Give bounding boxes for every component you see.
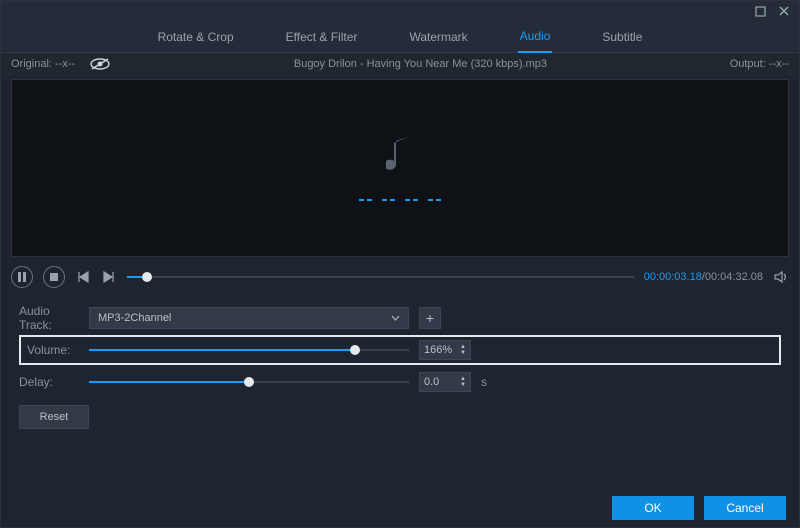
audio-track-value: MP3-2Channel <box>98 312 171 324</box>
audio-track-select[interactable]: MP3-2Channel <box>89 307 409 329</box>
info-bar: Original: --x-- Bugoy Drilon - Having Yo… <box>1 53 799 75</box>
prev-frame-button[interactable] <box>75 269 91 285</box>
chevron-down-icon <box>391 312 400 324</box>
total-time: /00:04:32.08 <box>702 271 763 283</box>
volume-row: Volume: 166% ▲▼ <box>19 335 781 365</box>
volume-slider[interactable] <box>89 343 409 357</box>
tab-effect-filter[interactable]: Effect & Filter <box>284 22 360 52</box>
transport-bar: 00:00:03.18/00:04:32.08 <box>1 261 799 293</box>
seek-slider[interactable] <box>127 270 634 284</box>
filename-label: Bugoy Drilon - Having You Near Me (320 k… <box>294 58 547 70</box>
reset-button[interactable]: Reset <box>19 405 89 429</box>
cancel-button[interactable]: Cancel <box>704 496 786 520</box>
next-frame-button[interactable] <box>101 269 117 285</box>
tab-subtitle[interactable]: Subtitle <box>600 22 644 52</box>
maximize-button[interactable] <box>753 4 767 18</box>
audio-track-label: Audio Track: <box>19 304 79 332</box>
delay-label: Delay: <box>19 375 79 389</box>
volume-value: 166% <box>424 344 452 356</box>
volume-label: Volume: <box>27 343 79 357</box>
close-button[interactable] <box>777 4 791 18</box>
ok-button[interactable]: OK <box>612 496 694 520</box>
delay-spinner[interactable]: 0.0 ▲▼ <box>419 372 471 392</box>
delay-slider[interactable] <box>89 375 409 389</box>
add-track-button[interactable]: + <box>419 307 441 329</box>
time-display: 00:00:03.18/00:04:32.08 <box>644 271 763 283</box>
footer-buttons: OK Cancel <box>612 496 786 520</box>
tab-rotate-crop[interactable]: Rotate & Crop <box>156 22 236 52</box>
stop-button[interactable] <box>43 266 65 288</box>
tab-watermark[interactable]: Watermark <box>407 22 469 52</box>
audio-controls: Audio Track: MP3-2Channel + Volume: 166%… <box>1 293 799 429</box>
delay-unit: s <box>481 375 487 389</box>
tab-audio[interactable]: Audio <box>518 21 553 53</box>
chevron-down-icon[interactable]: ▼ <box>460 382 466 388</box>
music-note-icon <box>386 135 414 175</box>
volume-spinner[interactable]: 166% ▲▼ <box>419 340 471 360</box>
original-dimensions: Original: --x-- <box>11 58 75 70</box>
tab-bar: Rotate & Crop Effect & Filter Watermark … <box>1 21 799 53</box>
output-dimensions: Output: --x-- <box>730 58 789 70</box>
titlebar <box>1 1 799 21</box>
preview-area <box>11 79 789 257</box>
volume-icon[interactable] <box>773 269 789 285</box>
pause-button[interactable] <box>11 266 33 288</box>
visibility-toggle-icon[interactable] <box>89 57 111 71</box>
current-time: 00:00:03.18 <box>644 271 702 283</box>
chevron-down-icon[interactable]: ▼ <box>460 350 466 356</box>
audio-bars-icon <box>359 199 441 201</box>
delay-value: 0.0 <box>424 376 439 388</box>
